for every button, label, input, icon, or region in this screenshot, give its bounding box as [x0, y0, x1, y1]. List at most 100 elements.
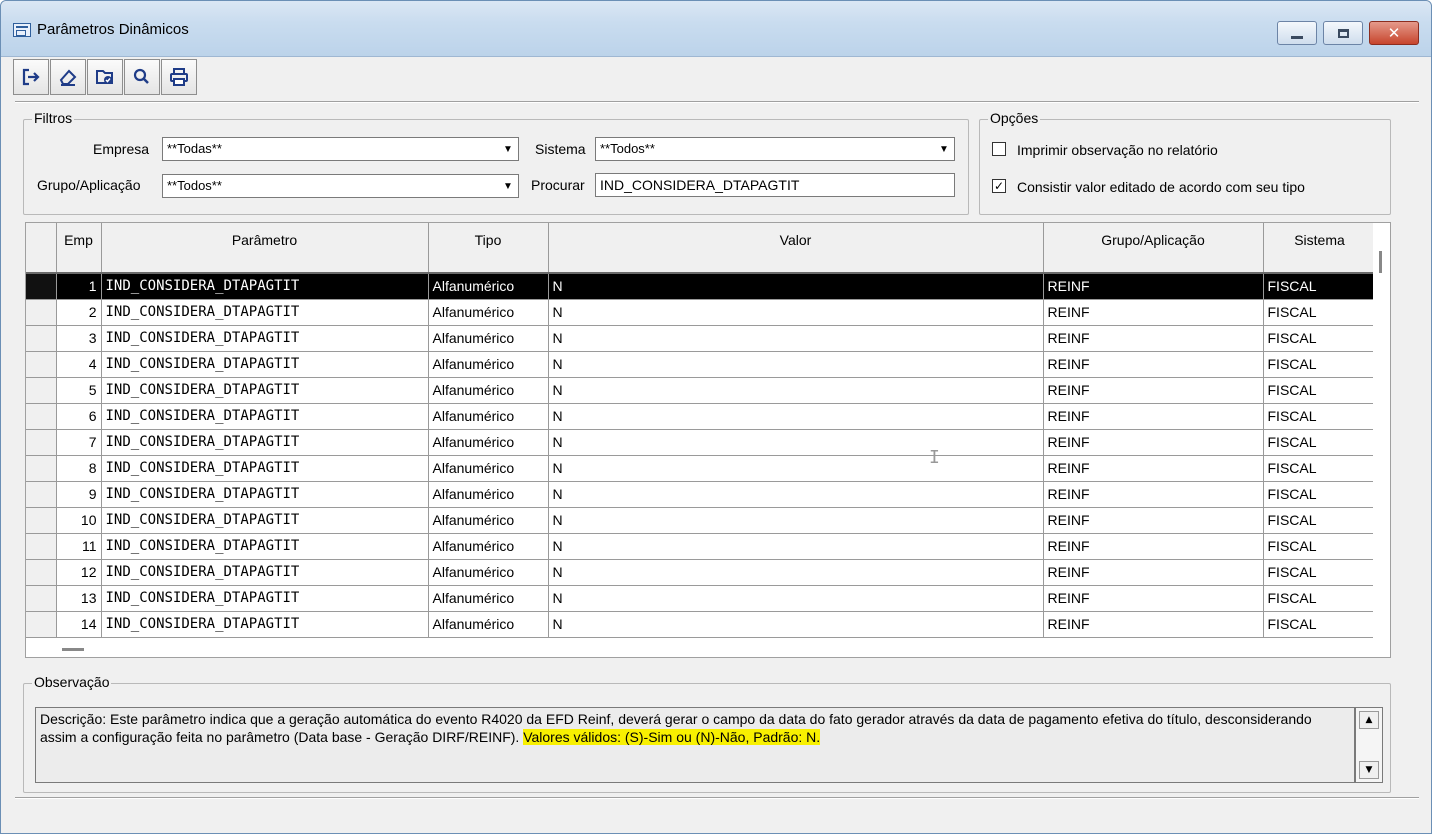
procurar-input[interactable]: IND_CONSIDERA_DTAPAGTIT — [595, 173, 955, 197]
row-indicator[interactable] — [26, 273, 57, 300]
tipo-cell[interactable]: Alfanumérico — [428, 611, 549, 638]
minimize-button[interactable] — [1277, 21, 1317, 45]
consistir-checkbox[interactable]: ✓ — [992, 179, 1006, 193]
sistema-cell[interactable]: FISCAL — [1263, 611, 1377, 638]
row-indicator[interactable] — [26, 481, 57, 508]
table-row[interactable]: 3 IND_CONSIDERA_DTAPAGTIT Alfanumérico N REI… — [26, 325, 1377, 352]
valor-cell[interactable]: N — [548, 585, 1044, 612]
imprimir-checkbox[interactable] — [992, 142, 1006, 156]
parametro-cell[interactable]: IND_CONSIDERA_DTAPAGTIT — [101, 325, 429, 352]
sistema-cell[interactable]: FISCAL — [1263, 325, 1377, 352]
grupo-cell[interactable]: REINF — [1043, 559, 1264, 586]
row-indicator[interactable] — [26, 351, 57, 378]
observacao-textarea[interactable]: Descrição: Este parâmetro indica que a g… — [35, 707, 1355, 783]
emp-cell[interactable]: 7 — [56, 429, 102, 456]
row-indicator[interactable] — [26, 559, 57, 586]
emp-cell[interactable]: 5 — [56, 377, 102, 404]
column-header[interactable]: Emp — [56, 223, 102, 274]
valor-cell[interactable]: N — [548, 507, 1044, 534]
emp-cell[interactable]: 14 — [56, 611, 102, 638]
column-header[interactable]: Grupo/Aplicação — [1043, 223, 1264, 274]
row-indicator[interactable] — [26, 533, 57, 560]
emp-cell[interactable]: 1 — [56, 273, 102, 300]
emp-cell[interactable]: 13 — [56, 585, 102, 612]
sistema-cell[interactable]: FISCAL — [1263, 299, 1377, 326]
confirm-button[interactable] — [87, 59, 123, 95]
parametro-cell[interactable]: IND_CONSIDERA_DTAPAGTIT — [101, 273, 429, 300]
table-row[interactable]: 9 IND_CONSIDERA_DTAPAGTIT Alfanumérico N REI… — [26, 481, 1377, 508]
row-indicator[interactable] — [26, 585, 57, 612]
row-indicator[interactable] — [26, 403, 57, 430]
sistema-select[interactable]: **Todos** ▼ — [595, 137, 955, 161]
table-row[interactable]: 1 IND_CONSIDERA_DTAPAGTIT Alfanumérico N REI… — [26, 273, 1377, 300]
parametro-cell[interactable]: IND_CONSIDERA_DTAPAGTIT — [101, 559, 429, 586]
valor-cell[interactable]: N — [548, 533, 1044, 560]
grupo-cell[interactable]: REINF — [1043, 481, 1264, 508]
maximize-button[interactable] — [1323, 21, 1363, 45]
tipo-cell[interactable]: Alfanumérico — [428, 559, 549, 586]
table-row[interactable]: 11 IND_CONSIDERA_DTAPAGTIT Alfanumérico N RE… — [26, 533, 1377, 560]
scroll-thumb[interactable] — [1379, 251, 1382, 273]
grupo-cell[interactable]: REINF — [1043, 273, 1264, 300]
empresa-select[interactable]: **Todas** ▼ — [162, 137, 519, 161]
emp-cell[interactable]: 11 — [56, 533, 102, 560]
grupo-cell[interactable]: REINF — [1043, 429, 1264, 456]
tipo-cell[interactable]: Alfanumérico — [428, 273, 549, 300]
imprimir-label[interactable]: Imprimir observação no relatório — [1017, 142, 1218, 158]
grupo-cell[interactable]: REINF — [1043, 351, 1264, 378]
row-indicator[interactable] — [26, 325, 57, 352]
search-button[interactable] — [124, 59, 160, 95]
sistema-cell[interactable]: FISCAL — [1263, 481, 1377, 508]
consistir-label[interactable]: Consistir valor editado de acordo com se… — [1017, 179, 1305, 195]
sistema-cell[interactable]: FISCAL — [1263, 403, 1377, 430]
valor-cell[interactable]: N — [548, 273, 1044, 300]
valor-cell[interactable]: N — [548, 377, 1044, 404]
observacao-scrollbar[interactable]: ▲ ▼ — [1355, 707, 1383, 783]
table-row[interactable]: 14 IND_CONSIDERA_DTAPAGTIT Alfanumérico N RE… — [26, 611, 1377, 638]
table-row[interactable]: 10 IND_CONSIDERA_DTAPAGTIT Alfanumérico N RE… — [26, 507, 1377, 534]
table-row[interactable]: 12 IND_CONSIDERA_DTAPAGTIT Alfanumérico N RE… — [26, 559, 1377, 586]
row-indicator[interactable] — [26, 455, 57, 482]
parametro-cell[interactable]: IND_CONSIDERA_DTAPAGTIT — [101, 455, 429, 482]
sistema-cell[interactable]: FISCAL — [1263, 585, 1377, 612]
parametro-cell[interactable]: IND_CONSIDERA_DTAPAGTIT — [101, 351, 429, 378]
grupo-cell[interactable]: REINF — [1043, 299, 1264, 326]
sistema-cell[interactable]: FISCAL — [1263, 429, 1377, 456]
parametro-cell[interactable]: IND_CONSIDERA_DTAPAGTIT — [101, 377, 429, 404]
parametro-cell[interactable]: IND_CONSIDERA_DTAPAGTIT — [101, 403, 429, 430]
valor-cell[interactable]: N — [548, 481, 1044, 508]
table-row[interactable]: 5 IND_CONSIDERA_DTAPAGTIT Alfanumérico N REI… — [26, 377, 1377, 404]
valor-cell[interactable]: N — [548, 455, 1044, 482]
grupo-cell[interactable]: REINF — [1043, 507, 1264, 534]
emp-cell[interactable]: 2 — [56, 299, 102, 326]
column-header[interactable]: Valor — [548, 223, 1044, 274]
row-indicator[interactable] — [26, 429, 57, 456]
table-row[interactable]: 4 IND_CONSIDERA_DTAPAGTIT Alfanumérico N REI… — [26, 351, 1377, 378]
tipo-cell[interactable]: Alfanumérico — [428, 377, 549, 404]
clear-button[interactable] — [50, 59, 86, 95]
column-header[interactable]: Sistema — [1263, 223, 1377, 274]
grupo-cell[interactable]: REINF — [1043, 455, 1264, 482]
tipo-cell[interactable]: Alfanumérico — [428, 533, 549, 560]
emp-cell[interactable]: 6 — [56, 403, 102, 430]
valor-cell[interactable]: N — [548, 429, 1044, 456]
emp-cell[interactable]: 9 — [56, 481, 102, 508]
table-row[interactable]: 2 IND_CONSIDERA_DTAPAGTIT Alfanumérico N REI… — [26, 299, 1377, 326]
parametro-cell[interactable]: IND_CONSIDERA_DTAPAGTIT — [101, 611, 429, 638]
parametro-cell[interactable]: IND_CONSIDERA_DTAPAGTIT — [101, 429, 429, 456]
sistema-cell[interactable]: FISCAL — [1263, 351, 1377, 378]
tipo-cell[interactable]: Alfanumérico — [428, 585, 549, 612]
emp-cell[interactable]: 10 — [56, 507, 102, 534]
parametro-cell[interactable]: IND_CONSIDERA_DTAPAGTIT — [101, 507, 429, 534]
grupo-cell[interactable]: REINF — [1043, 611, 1264, 638]
grupo-cell[interactable]: REINF — [1043, 403, 1264, 430]
title-bar[interactable]: Parâmetros Dinâmicos ✕ — [1, 1, 1431, 57]
table-row[interactable]: 8 IND_CONSIDERA_DTAPAGTIT Alfanumérico N REI… — [26, 455, 1377, 482]
chevron-down-icon[interactable]: ▼ — [498, 175, 518, 197]
sistema-cell[interactable]: FISCAL — [1263, 533, 1377, 560]
grupo-cell[interactable]: REINF — [1043, 585, 1264, 612]
grupo-cell[interactable]: REINF — [1043, 325, 1264, 352]
table-row[interactable]: 13 IND_CONSIDERA_DTAPAGTIT Alfanumérico N RE… — [26, 585, 1377, 612]
parametro-cell[interactable]: IND_CONSIDERA_DTAPAGTIT — [101, 481, 429, 508]
emp-cell[interactable]: 3 — [56, 325, 102, 352]
